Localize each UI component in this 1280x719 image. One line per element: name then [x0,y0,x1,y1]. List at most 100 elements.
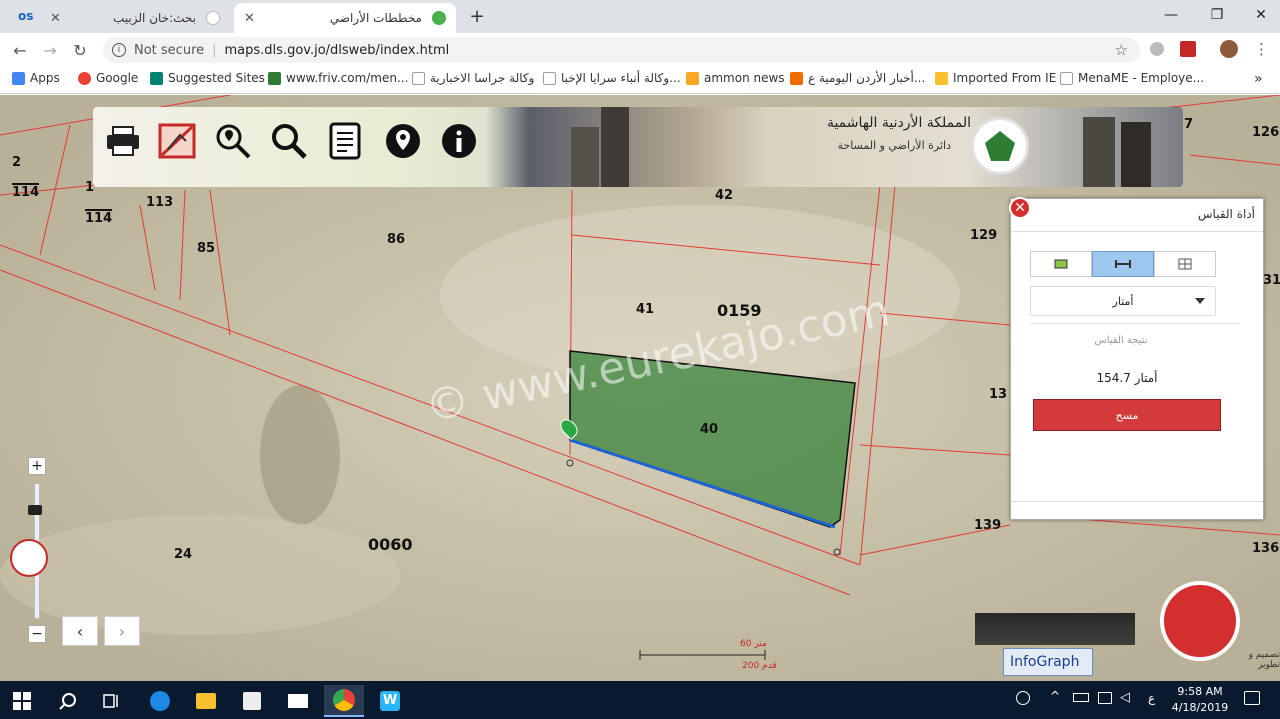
overview-map-icon[interactable] [10,539,48,577]
rss-icon [790,71,803,85]
pan-left-button[interactable]: ‹ [62,616,98,646]
task-view-icon[interactable] [92,685,132,717]
system-clock[interactable]: 9:58 AM 4/18/2019 [1168,684,1232,716]
kingdom-title: المملكة الأردنية الهاشمية [826,115,971,131]
close-icon[interactable]: ✕ [50,11,61,26]
forward-button[interactable]: → [38,38,62,62]
bookmark-jarasa[interactable]: وكالة جراسا الاخبارية [412,71,534,85]
volume-icon[interactable]: ◁ [1120,690,1130,705]
panel-title: أداة القياس [1197,207,1255,221]
clear-button[interactable]: مسح [1033,399,1221,431]
word-app-icon[interactable]: W [370,685,410,717]
security-label: Not secure [134,42,205,58]
url-text[interactable]: maps.dls.gov.jo/dlsweb/index.html [225,43,450,58]
zoom-slider-handle[interactable] [28,505,42,515]
bookmark-jordan-news[interactable]: أخبار الأردن اليومية ع... [790,71,925,85]
search-icon[interactable] [48,685,88,717]
folder-icon [935,71,948,85]
parcel-label: 113 [146,195,174,210]
page-icon [412,71,425,85]
tab-land-maps[interactable]: ✕ مخططات الأراضي [234,3,456,33]
area-tool-icon[interactable] [1030,251,1092,277]
bookmark-friv[interactable]: www.friv.com/men... [268,71,408,85]
parcel-label: 0060 [368,535,413,554]
bookmark-apps[interactable]: Apps [12,71,60,85]
windows-start-icon[interactable] [2,685,42,717]
info-icon[interactable]: i [112,43,126,57]
result-unit: أمتار [1134,371,1158,385]
parcel-label: 129 [970,228,998,243]
bookmark-saraya[interactable]: وكالة أنباء سرايا الإخبا... [543,71,681,85]
search-icon[interactable] [267,119,311,163]
parcel-label: 13 [989,387,1008,402]
file-explorer-icon[interactable] [186,685,226,717]
people-icon[interactable] [1016,691,1030,705]
language-indicator[interactable]: ع [1148,691,1155,705]
location-tool-icon[interactable] [1154,251,1216,277]
bookmark-google[interactable]: Google [78,71,138,85]
omnibox[interactable]: i Not secure | maps.dls.gov.jo/dlsweb/in… [103,37,1140,63]
measure-panel: ✕ أداة القياس أمتار نتيجة القياس أمتار 1… [1009,197,1264,520]
windows-taskbar: W ^ ◁ ع 9:58 AM 4/18/2019 [0,681,1280,719]
star-icon[interactable]: ☆ [1115,41,1128,59]
parcel-label: 85 [197,241,216,256]
unit-select[interactable]: أمتار [1030,286,1216,316]
new-tab-button[interactable]: + [466,6,488,28]
bookmark-mename[interactable]: MenaME - Employe... [1060,71,1204,85]
notifications-icon[interactable] [1244,691,1260,705]
close-icon[interactable]: ✕ [244,11,255,26]
address-toolbar: ← → ↻ i Not secure | maps.dls.gov.jo/dls… [0,33,1280,66]
close-window-button[interactable]: ✕ [1238,0,1280,30]
ammon-icon [686,71,699,85]
vegetation-patch [260,385,340,525]
tab-search[interactable]: ✕ بحث:خان الزبيب [40,3,230,33]
os-logo: os [18,9,34,23]
more-bookmarks-button[interactable]: » [1254,71,1263,87]
info-icon[interactable] [437,119,481,163]
bookmark-suggested[interactable]: Suggested Sites [150,71,265,85]
locate-search-icon[interactable] [211,119,255,163]
dls-favicon [432,11,446,25]
extension-icon[interactable] [1150,42,1164,56]
zoom-in-button[interactable]: + [28,457,46,475]
separator: | [212,42,217,58]
parcel-label: 2 [12,155,22,170]
bookmark-ammon[interactable]: ammon news [686,71,785,85]
network-icon[interactable] [1098,692,1112,704]
tab-title: مخططات الأراضي [329,11,422,25]
tray-chevron-icon[interactable]: ^ [1050,689,1060,703]
minimize-button[interactable]: — [1148,0,1194,30]
result-readout: أمتار 154.7 [1011,371,1243,385]
parcel-label: 31 [1263,273,1280,288]
unit-value: أمتار [1112,294,1134,308]
mail-icon[interactable] [278,685,318,717]
clear-map-icon[interactable] [155,119,199,163]
avatar[interactable] [1220,40,1238,58]
page-icon [1060,71,1073,85]
parcel-label: 139 [974,518,1002,533]
reload-button[interactable]: ↻ [68,38,92,62]
parcel-label: 126 [1252,125,1280,140]
menu-icon[interactable]: ⋮ [1254,40,1269,58]
store-icon[interactable] [232,685,272,717]
panel-divider [1011,231,1263,232]
close-icon[interactable]: ✕ [1009,197,1031,219]
tagline: تصميم و تطوير [1248,650,1280,670]
pdf-extension-icon[interactable] [1180,41,1196,57]
scale-label-meters: 60 متر [740,639,767,649]
map-canvas[interactable]: © www.eurekajo.com 2 114 1 114 113 85 86… [0,95,1280,681]
location-pin-icon[interactable] [381,119,425,163]
print-icon[interactable] [101,119,145,163]
bookmark-imported[interactable]: Imported From IE [935,71,1056,85]
zoom-out-button[interactable]: − [28,625,46,643]
maximize-button[interactable]: ❐ [1194,0,1240,30]
pan-right-button[interactable]: › [104,616,140,646]
battery-icon [1073,693,1089,702]
result-label: نتيجة القياس [1094,335,1148,346]
edge-icon[interactable] [140,685,180,717]
distance-tool-icon[interactable] [1092,251,1154,277]
back-button[interactable]: ← [8,38,32,62]
chrome-icon[interactable] [324,685,364,717]
document-icon[interactable] [323,119,367,163]
panel-footer [1011,501,1263,519]
